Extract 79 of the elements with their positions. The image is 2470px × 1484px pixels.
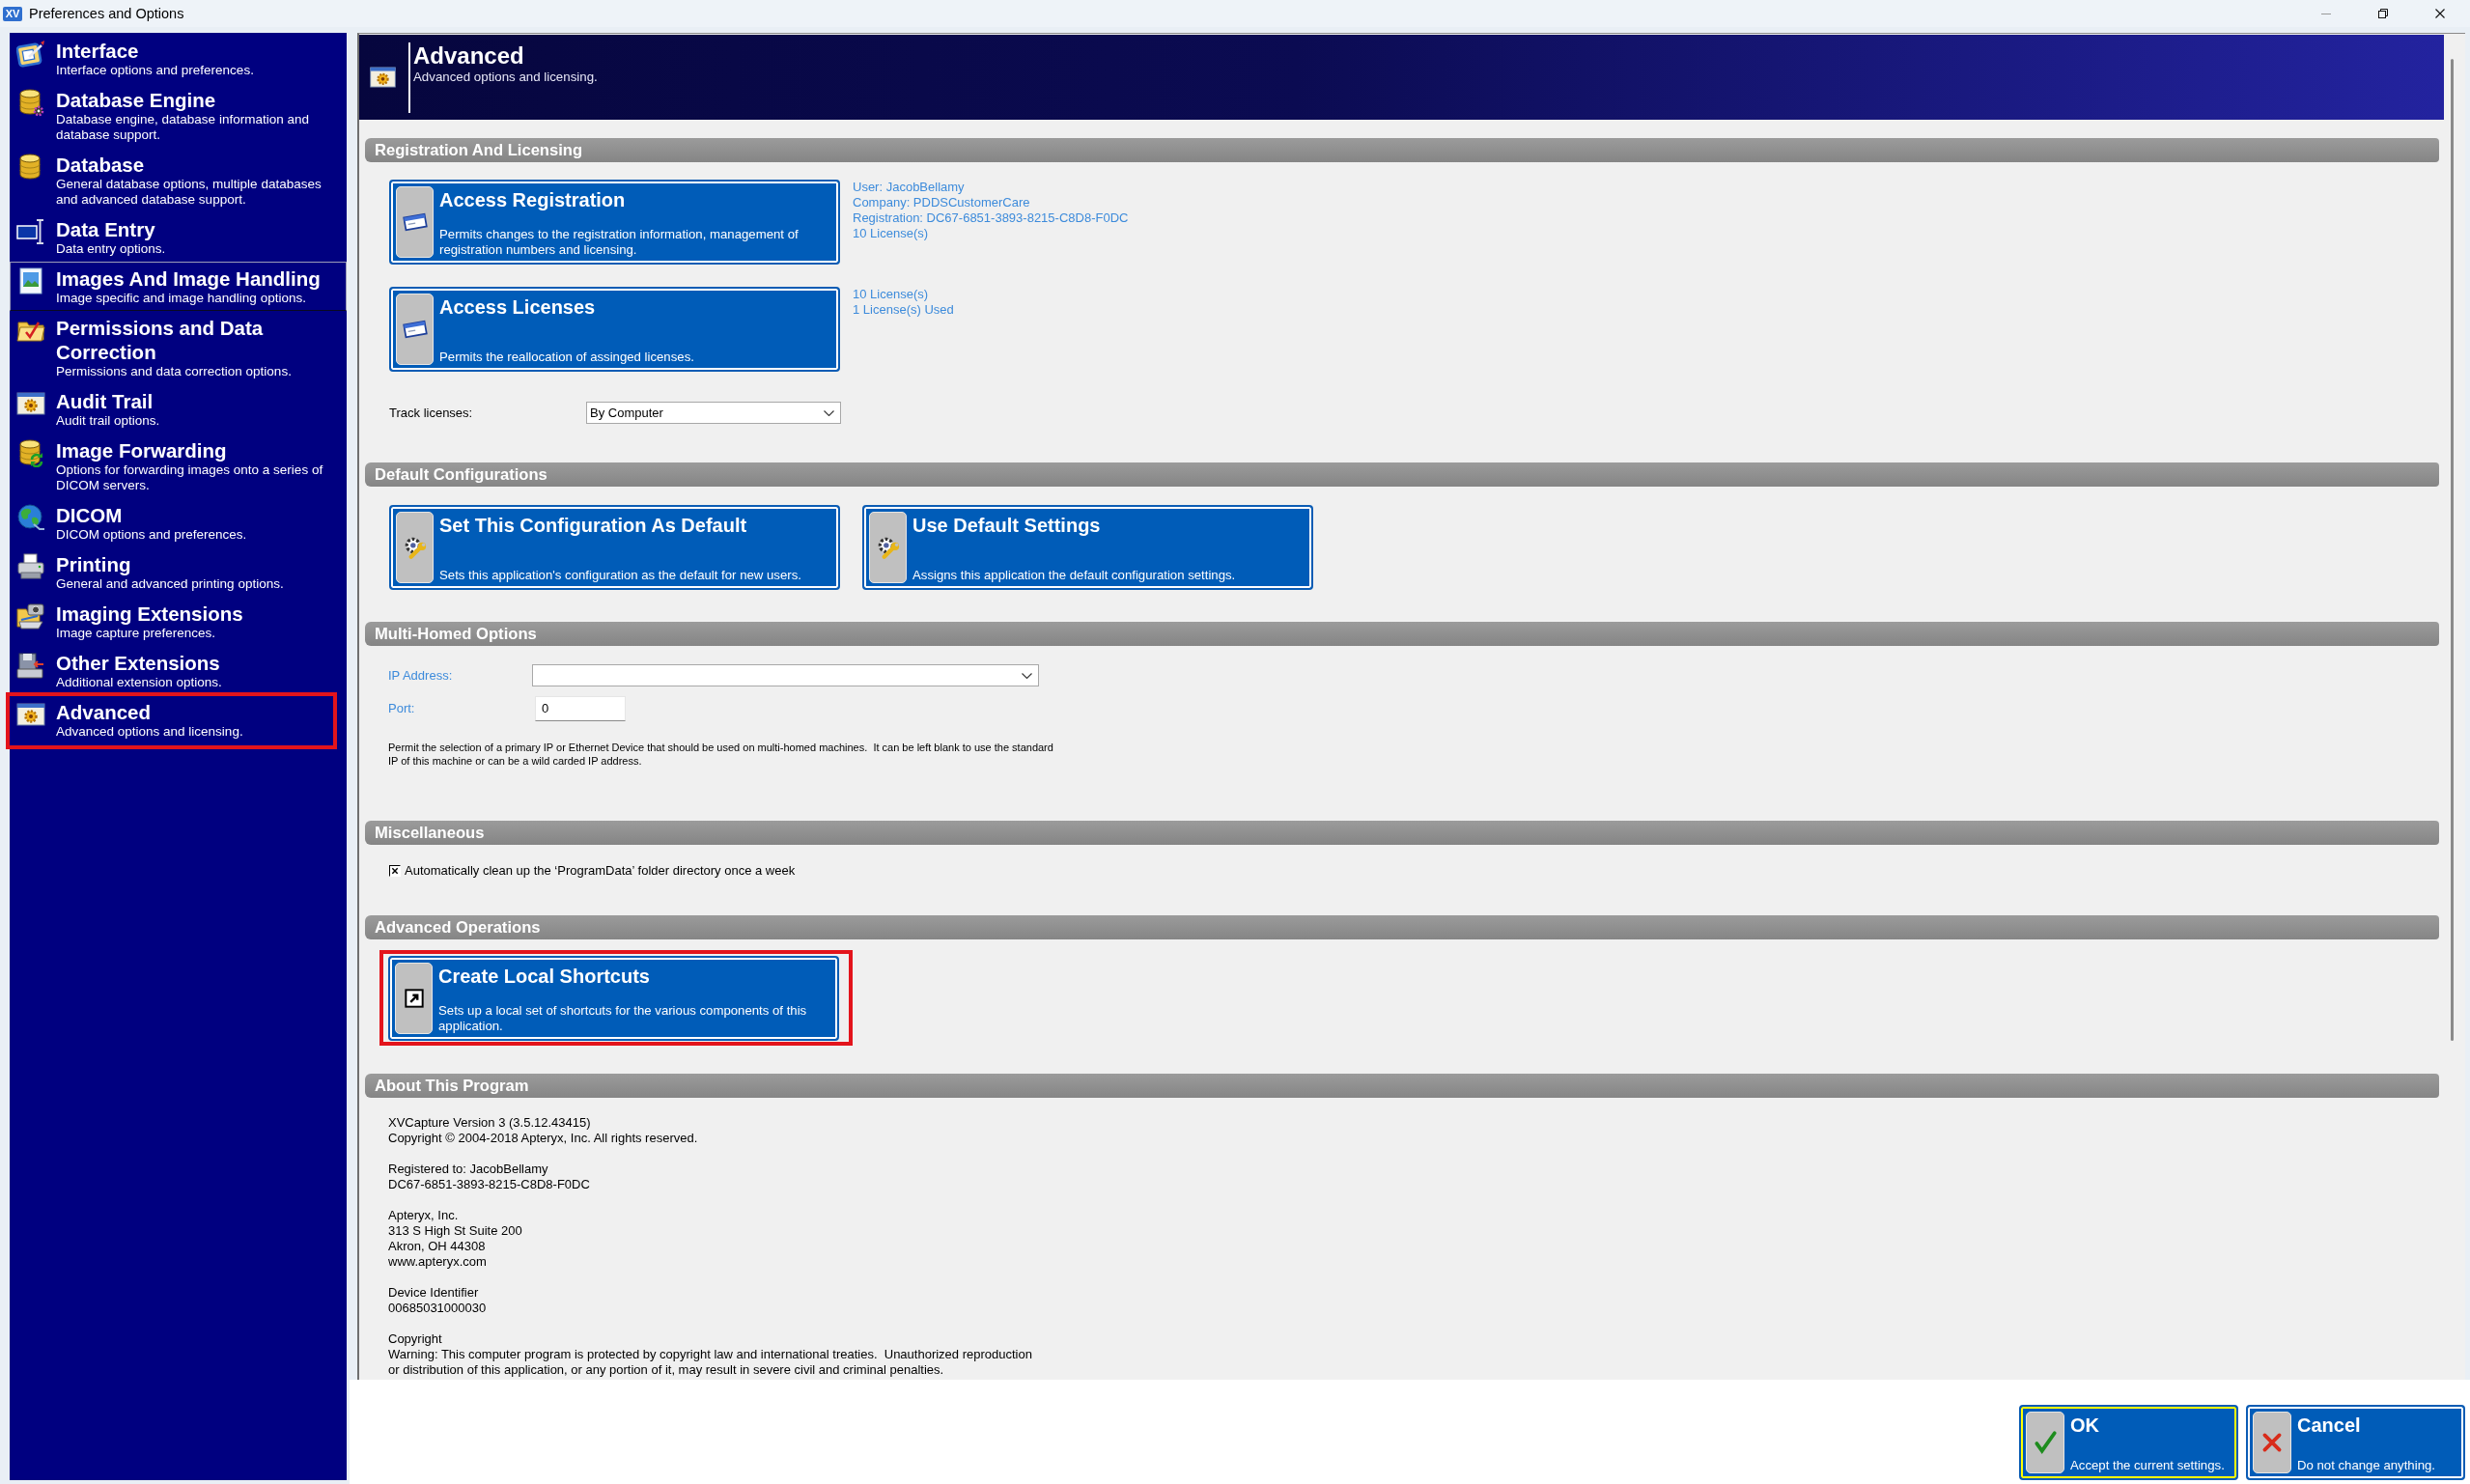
- text-cursor-icon: [16, 217, 45, 246]
- globe-icon: [16, 503, 45, 532]
- checkbox-label: Automatically clean up the ‘ProgramData’ folder directory once a week: [405, 863, 796, 879]
- about-text: Warning: This computer program is protected by copyright law and international treaties. Unauthorized reproduction or distribution of this application, or any portion of it, may result in severe civil and criminal penalties.: [388, 1347, 1033, 1378]
- sidebar-item[interactable]: Database General database options, multiple databases and advanced database support.: [10, 148, 347, 212]
- app-logo: XV: [3, 6, 22, 21]
- window-gear-icon: [16, 389, 45, 418]
- check-icon: [2026, 1412, 2064, 1473]
- section-header: Default Configurations: [365, 462, 2439, 487]
- sidebar-item[interactable]: Imaging Extensions Image capture preferences.: [10, 597, 347, 646]
- section-header: Multi-Homed Options: [365, 622, 2439, 646]
- sidebar-item[interactable]: DICOM DICOM options and preferences.: [10, 498, 347, 547]
- section-header: Advanced Operations: [365, 915, 2439, 939]
- section-header: About This Program: [365, 1074, 2439, 1098]
- disk-arrow-icon: [16, 651, 45, 680]
- about-text: www.apteryx.com: [388, 1254, 488, 1270]
- dropdown[interactable]: [532, 664, 1039, 686]
- about-text: Copyright © 2004-2018 Apteryx, Inc. All rights reserved.: [388, 1131, 699, 1146]
- gear-wrench-icon: [869, 512, 907, 583]
- about-text: 00685031000030: [388, 1301, 488, 1316]
- info-text: Registration: DC67-6851-3893-8215-C8D8-F0DC: [853, 210, 1129, 226]
- field-label: Port:: [388, 701, 416, 716]
- window-icon: [396, 294, 434, 365]
- info-text: 10 License(s): [853, 287, 930, 302]
- close-icon: [2434, 9, 2445, 18]
- sidebar-item[interactable]: Printing General and advanced printing options.: [10, 547, 347, 597]
- folder-camera-icon: [16, 602, 45, 630]
- chevron-down-icon: [1022, 672, 1032, 679]
- about-text: Device Identifier: [388, 1285, 480, 1301]
- section-header: Registration And Licensing: [365, 138, 2439, 162]
- scrollbar[interactable]: [2451, 59, 2454, 1041]
- cross-icon: [2253, 1412, 2291, 1473]
- about-text: Copyright: [388, 1331, 443, 1347]
- restore-icon: [2377, 9, 2388, 18]
- checkbox[interactable]: [389, 865, 401, 877]
- sidebar-item[interactable]: Data Entry Data entry options.: [10, 212, 347, 262]
- window-gear-icon: [369, 67, 397, 88]
- picture-icon: [16, 266, 45, 295]
- about-text: Akron, OH 44308: [388, 1239, 487, 1254]
- about-text: Registered to: JacobBellamy: [388, 1162, 549, 1177]
- action-button[interactable]: Create Local Shortcuts Sets up a local set of shortcuts for the various components of this application.: [388, 956, 839, 1041]
- info-text: Company: PDDSCustomerCare: [853, 195, 1031, 210]
- field-label: IP Address:: [388, 667, 454, 684]
- help-text: Permit the selection of a primary IP or Ethernet Device that should be used on multi-homed machines. It can be left blank to use the standard IP of this machine or can be a wild carded IP address.: [388, 741, 1054, 768]
- info-text: 10 License(s): [853, 226, 930, 241]
- window-gear-icon: [16, 700, 45, 729]
- sidebar-item[interactable]: Interface Interface options and preferences.: [10, 34, 347, 83]
- action-button[interactable]: Cancel Do not change anything.: [2246, 1405, 2465, 1480]
- sidebar-item[interactable]: Image Forwarding Options for forwarding images onto a series of DICOM servers.: [10, 434, 347, 498]
- about-text: 313 S High St Suite 200: [388, 1223, 523, 1239]
- gear-wrench-icon: [396, 512, 434, 583]
- database-gear-icon: [16, 88, 45, 117]
- action-button[interactable]: Access Licenses Permits the reallocation of assinged licenses.: [389, 287, 840, 372]
- database-arrows-icon: [16, 438, 45, 467]
- about-text: XVCapture Version 3 (3.5.12.43415): [388, 1115, 592, 1131]
- text-field[interactable]: 0: [535, 696, 626, 721]
- section-header: Miscellaneous: [365, 821, 2439, 845]
- field-label: Track licenses:: [389, 405, 474, 421]
- about-text: Apteryx, Inc.: [388, 1208, 460, 1223]
- action-button[interactable]: Use Default Settings Assigns this application the default configuration settings.: [862, 505, 1313, 590]
- sidebar-item[interactable]: Other Extensions Additional extension options.: [10, 646, 347, 695]
- chevron-down-icon: [824, 409, 834, 416]
- info-text: User: JacobBellamy: [853, 180, 966, 195]
- action-button[interactable]: OK Accept the current settings.: [2019, 1405, 2238, 1480]
- sidebar-item[interactable]: Advanced Advanced options and licensing.: [10, 695, 333, 744]
- sidebar-item[interactable]: Images And Image Handling Image specific and image handling options.: [10, 262, 347, 311]
- sidebar-item[interactable]: Permissions and Data Correction Permissions and data correction options.: [10, 311, 347, 384]
- sidebar-item[interactable]: Database Engine Database engine, database information and database support.: [10, 83, 347, 148]
- info-text: 1 License(s) Used: [853, 302, 954, 318]
- action-button[interactable]: Set This Configuration As Default Sets this application's configuration as the default for new users.: [389, 505, 840, 590]
- page-title: Advanced: [413, 42, 525, 70]
- action-button[interactable]: Access Registration Permits changes to the registration information, management of registration numbers and licensing.: [389, 180, 840, 265]
- printer-icon: [16, 552, 45, 581]
- window-title: Preferences and Options: [29, 5, 184, 22]
- window-icon: [396, 186, 434, 258]
- page-subtitle: Advanced options and licensing.: [413, 70, 598, 85]
- sidebar-item[interactable]: Audit Trail Audit trail options.: [10, 384, 347, 434]
- dropdown[interactable]: By Computer: [586, 402, 841, 424]
- about-text: DC67-6851-3893-8215-C8D8-F0DC: [388, 1177, 591, 1192]
